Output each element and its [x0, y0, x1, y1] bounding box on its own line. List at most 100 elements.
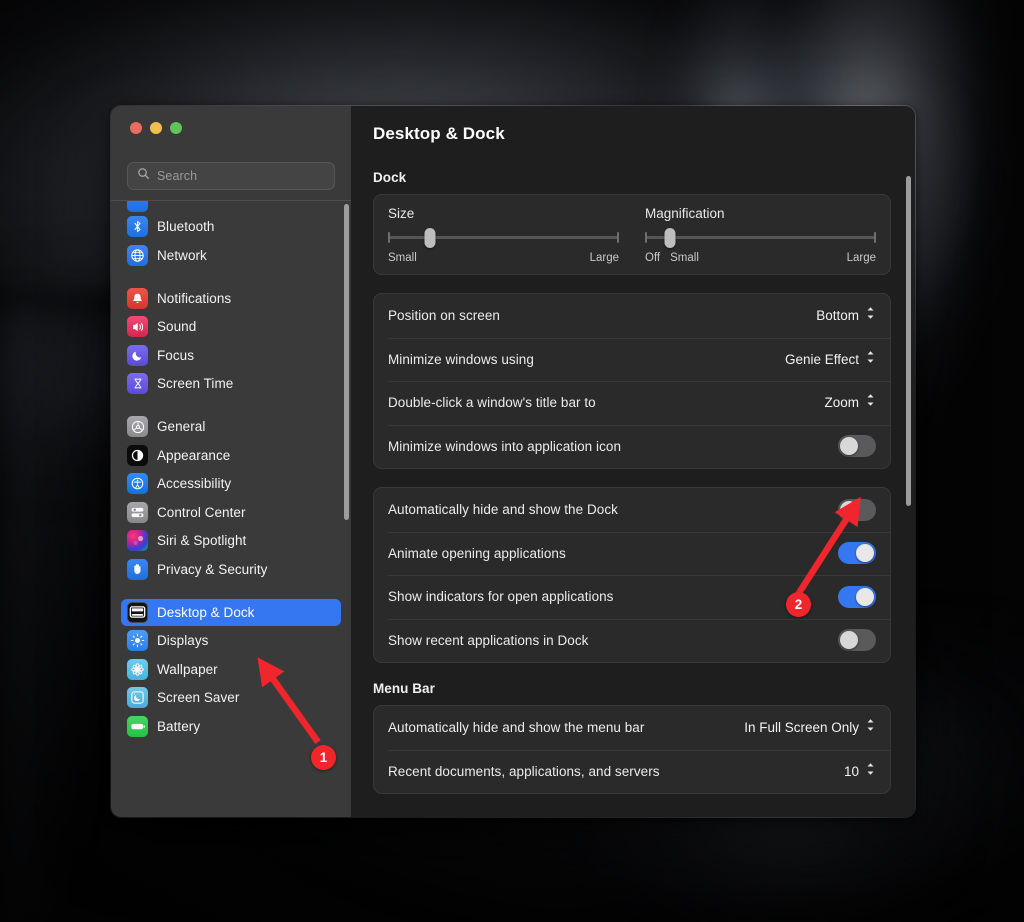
close-button[interactable] [130, 122, 142, 134]
popup-button-show-indicators-for-open-applications [838, 585, 876, 608]
search-container: Search [111, 154, 351, 200]
annotation-badge-2: 2 [786, 592, 811, 617]
desktop-dock-icon [127, 601, 148, 623]
slider-line [645, 236, 876, 239]
sidebar-item-network[interactable]: Network [121, 242, 341, 269]
popup-button-minimize-windows-using[interactable]: Genie Effect [785, 349, 876, 370]
content-pane: Desktop & Dock Dock Size Small Large Mag… [351, 106, 915, 817]
page-title: Desktop & Dock [373, 124, 505, 143]
slider-track[interactable] [388, 228, 619, 248]
toggle-minimize-windows-into-application-icon[interactable] [838, 435, 876, 458]
sidebar-item-desktop-dock[interactable]: Desktop & Dock [121, 598, 341, 626]
toggle-show-indicators-for-open-applications[interactable] [838, 585, 876, 608]
slider-magnification: Magnification Off Small Large [645, 206, 876, 264]
accessibility-icon [127, 473, 148, 494]
slider-labels: Off Small Large [645, 252, 876, 264]
slider-size: Size Small Large [388, 206, 619, 264]
slider-cap-left [388, 232, 390, 243]
row-animate-opening-applications: Animate opening applications [374, 531, 890, 576]
sidebar-scrollbar[interactable] [344, 204, 349, 520]
sidebar-item-label: Network [157, 247, 207, 263]
toggle-show-recent-applications-in-dock[interactable] [838, 629, 876, 652]
row-automatically-hide-and-show-the-dock: Automatically hide and show the Dock [374, 488, 890, 532]
row-label: Position on screen [388, 308, 500, 324]
row-label: Automatically hide and show the Dock [388, 502, 618, 518]
slider-cap-left [645, 232, 647, 243]
row-double-click-a-window-s-title-bar-to: Double-click a window's title bar to Zoo… [374, 381, 890, 425]
toggle-animate-opening-applications[interactable] [838, 542, 876, 565]
slider-line [388, 236, 619, 239]
sidebar-item-displays[interactable]: Displays [121, 627, 341, 654]
row-show-indicators-for-open-applications: Show indicators for open applications [374, 575, 890, 619]
row-label: Automatically hide and show the menu bar [388, 720, 645, 736]
popup-button-position-on-screen[interactable]: Bottom [816, 305, 876, 326]
sidebar-item-siri-spotlight[interactable]: Siri & Spotlight [121, 527, 341, 554]
slider-title: Magnification [645, 206, 725, 221]
slider-label: Off [645, 252, 661, 264]
sidebar-item-privacy-security[interactable]: Privacy & Security [121, 556, 341, 583]
search-input[interactable]: Search [127, 162, 335, 190]
sidebar-item-partial-above[interactable] [121, 200, 341, 212]
flower-icon [127, 658, 148, 680]
control-center-icon [127, 501, 148, 523]
row-minimize-windows-using: Minimize windows using Genie Effect [374, 337, 890, 382]
row-label: Show indicators for open applications [388, 589, 614, 605]
sidebar-item-label: Appearance [157, 447, 231, 463]
popup-button-automatically-hide-and-show-the-menu-bar[interactable]: In Full Screen Only [744, 717, 876, 738]
sidebar-item-accessibility[interactable]: Accessibility [121, 470, 341, 497]
bluetooth-icon [127, 216, 148, 237]
slider-cap-right [617, 232, 619, 243]
sidebar: Search Bluetooth Network Notifications S… [111, 106, 351, 817]
siri-icon [127, 530, 148, 551]
popup-value: Genie Effect [784, 351, 859, 367]
search-icon [137, 167, 150, 185]
sidebar-item-wallpaper[interactable]: Wallpaper [121, 656, 341, 683]
popup-button-show-recent-applications-in-dock [838, 629, 876, 652]
sidebar-item-sound[interactable]: Sound [121, 313, 341, 340]
sidebar-item-general[interactable]: General [121, 413, 341, 440]
sidebar-item-notifications[interactable]: Notifications [121, 285, 341, 312]
sidebar-item-label: Battery [157, 718, 201, 734]
row-recent-documents-applications-and-servers: Recent documents, applications, and serv… [374, 749, 890, 794]
slider-label-right: Large [846, 252, 876, 264]
popup-value: Zoom [824, 395, 859, 411]
slider-track[interactable] [645, 228, 876, 248]
sidebar-item-screen-time[interactable]: Screen Time [121, 370, 341, 397]
sidebar-item-label: Accessibility [157, 476, 232, 491]
popup-button-recent-documents-applications-and-servers[interactable]: 10 [844, 761, 876, 782]
sidebar-item-label: Displays [157, 633, 209, 648]
sidebar-item-screen-saver[interactable]: Screen Saver [121, 684, 341, 711]
brightness-icon [127, 630, 148, 651]
sidebar-item-control-center[interactable]: Control Center [121, 499, 341, 526]
slider-thumb[interactable] [424, 228, 436, 248]
minimize-button[interactable] [150, 122, 162, 134]
desktop-background: Search Bluetooth Network Notifications S… [0, 0, 1024, 922]
sidebar-nav-list[interactable]: Bluetooth Network Notifications Sound Fo… [111, 200, 351, 818]
system-settings-window: Search Bluetooth Network Notifications S… [110, 105, 916, 818]
sidebar-item-bluetooth[interactable]: Bluetooth [121, 213, 341, 240]
sidebar-item-label: Siri & Spotlight [157, 533, 247, 548]
dock-options-group-1: Position on screen Bottom Minimize windo… [373, 293, 891, 469]
maximize-button[interactable] [170, 122, 182, 134]
hourglass-icon [127, 373, 148, 394]
sidebar-item-label: Screen Saver [157, 690, 240, 705]
screensaver-icon [127, 687, 148, 708]
sidebar-item-focus[interactable]: Focus [121, 342, 341, 369]
sidebar-item-appearance[interactable]: Appearance [121, 442, 341, 469]
row-show-recent-applications-in-dock: Show recent applications in Dock [374, 618, 890, 663]
sidebar-item-label: Sound [157, 319, 197, 334]
popup-button-minimize-windows-into-application-icon [838, 435, 876, 458]
moon-icon [127, 344, 148, 366]
popup-button-double-click-a-window-s-title-bar-to[interactable]: Zoom [824, 392, 876, 413]
slider-title: Size [388, 206, 415, 221]
toggle-automatically-hide-and-show-the-dock[interactable] [838, 498, 876, 521]
row-position-on-screen: Position on screen Bottom [374, 294, 890, 338]
row-label: Double-click a window's title bar to [388, 395, 596, 411]
sidebar-item-battery[interactable]: Battery [121, 713, 341, 740]
sidebar-item-label: Privacy & Security [157, 561, 268, 577]
slider-label: Small [670, 252, 699, 264]
slider-thumb[interactable] [664, 228, 676, 248]
chevron-updown-icon [865, 305, 876, 326]
content-scrollbar[interactable] [906, 176, 911, 506]
